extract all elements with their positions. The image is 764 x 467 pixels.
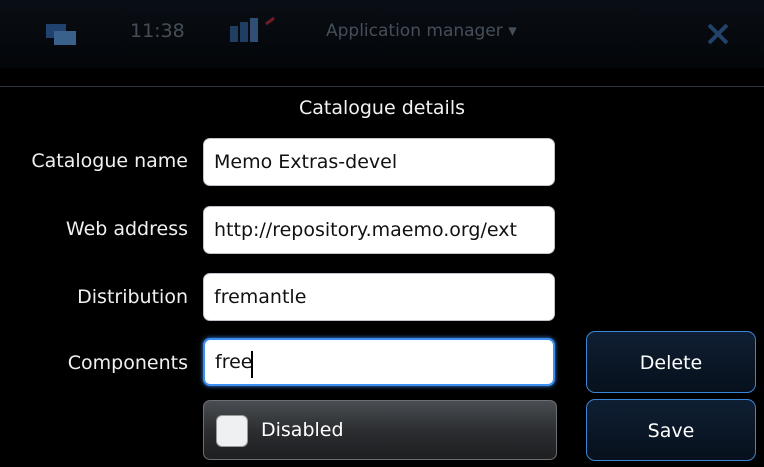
web-address-field[interactable] bbox=[204, 207, 554, 253]
catalogue-name-label: Catalogue name bbox=[31, 150, 188, 172]
save-button[interactable]: Save bbox=[586, 399, 756, 461]
components-label: Components bbox=[67, 352, 188, 374]
disabled-checkbox-button[interactable]: Disabled bbox=[203, 400, 557, 460]
dialog-title: Catalogue details bbox=[298, 97, 466, 119]
clock: 11:38 bbox=[130, 20, 185, 42]
delete-button[interactable]: Delete bbox=[586, 331, 756, 393]
catalogue-name-field-frame bbox=[203, 138, 555, 186]
web-address-field-frame bbox=[203, 206, 555, 254]
app-title[interactable]: Application manager ▾ bbox=[326, 21, 517, 41]
task-switcher-icon[interactable] bbox=[44, 22, 80, 48]
distribution-field-frame bbox=[203, 273, 555, 321]
distribution-label: Distribution bbox=[77, 286, 188, 308]
components-field-frame bbox=[203, 338, 555, 386]
web-address-label: Web address bbox=[65, 218, 188, 240]
distribution-field[interactable] bbox=[204, 274, 554, 320]
checkbox-icon bbox=[216, 415, 248, 447]
close-icon[interactable] bbox=[706, 22, 730, 46]
text-caret bbox=[251, 351, 253, 378]
components-field[interactable] bbox=[205, 340, 553, 384]
disabled-label: Disabled bbox=[261, 419, 344, 441]
catalogue-name-field[interactable] bbox=[204, 139, 554, 185]
status-bar: 11:38 Application manager ▾ bbox=[0, 0, 764, 68]
status-area-icon[interactable] bbox=[230, 16, 286, 46]
